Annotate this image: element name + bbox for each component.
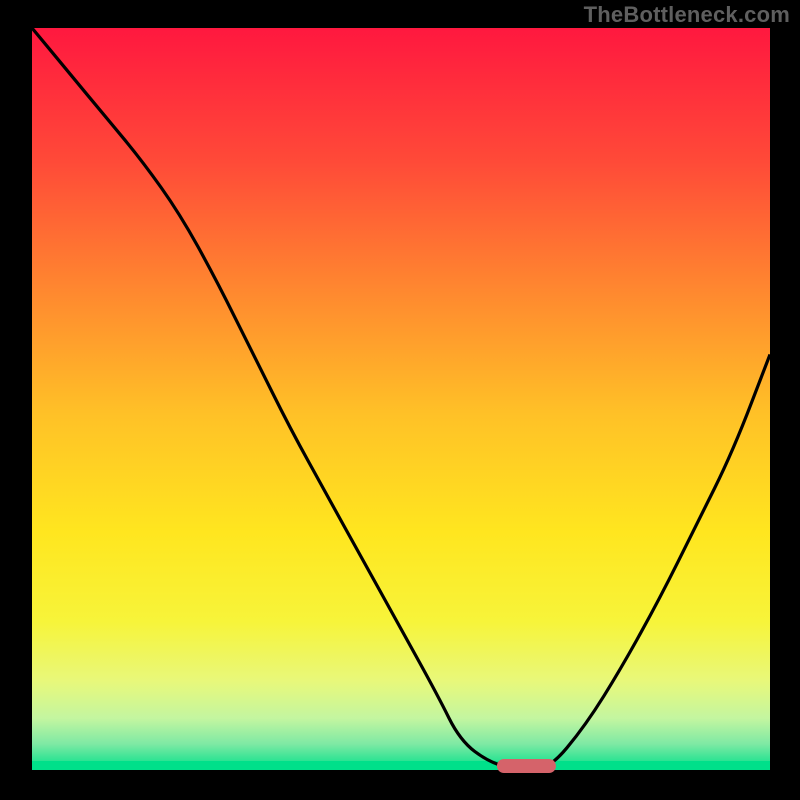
watermark-text: TheBottleneck.com (584, 2, 790, 28)
plot-background (32, 28, 770, 770)
chart-frame: TheBottleneck.com (0, 0, 800, 800)
optimal-zone-marker (497, 759, 556, 773)
baseline-stripe (32, 761, 770, 770)
bottleneck-chart (0, 0, 800, 800)
